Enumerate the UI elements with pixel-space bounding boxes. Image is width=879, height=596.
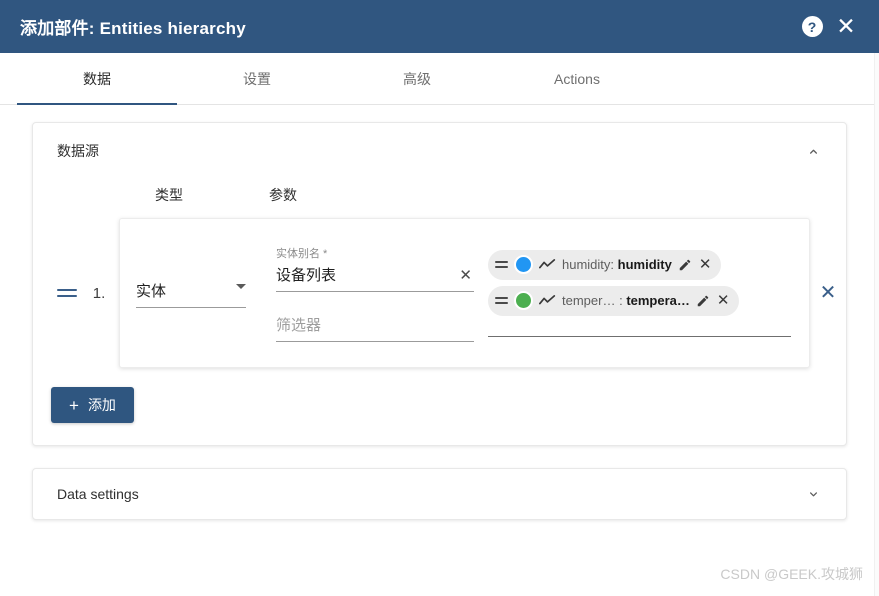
chip-drag-handle-icon[interactable] [495, 260, 508, 270]
dialog-title: 添加部件: Entities hierarchy [20, 19, 246, 38]
close-icon: ✕ [836, 13, 856, 39]
tab-data[interactable]: 数据 [17, 53, 177, 105]
tab-settings-label: 设置 [243, 70, 271, 87]
pencil-icon[interactable] [696, 294, 710, 308]
tab-bar: 数据 设置 高级 Actions [0, 53, 879, 105]
chip-remove-icon[interactable]: ✕ [716, 293, 731, 308]
datakeys-chip-list: humidity: humidity ✕ temper…: tempera… … [488, 249, 791, 337]
datasource-row: 1. 实体 实体别名 * 设备列表 ✕ 筛选器 humidity: humidi… [33, 217, 846, 369]
dialog-title-bar: 添加部件: Entities hierarchy ? ✕ [0, 0, 879, 53]
tab-settings[interactable]: 设置 [177, 53, 337, 104]
data-settings-label: Data settings [57, 486, 139, 502]
add-datasource-wrap: + 添加 [33, 369, 846, 445]
params-gap [276, 292, 474, 314]
tab-actions-label: Actions [554, 70, 600, 87]
datasource-column-headers: 类型 参数 [33, 179, 846, 217]
datasource-delete-button[interactable]: ✕ [810, 283, 846, 303]
filter-field[interactable]: 筛选器 [276, 314, 474, 342]
datasource-type-select[interactable]: 实体 [136, 278, 246, 308]
entity-alias-label: 实体别名 * [276, 247, 328, 260]
chip-key-name: temper… : [562, 293, 623, 308]
datakey-chip[interactable]: temper… : tempera… ✕ [488, 285, 740, 316]
line-chart-icon [539, 258, 556, 271]
line-chart-icon [539, 294, 556, 307]
entity-alias-field[interactable]: 实体别名 * 设备列表 ✕ [276, 245, 474, 292]
datasource-type-value: 实体 [136, 283, 167, 300]
datasource-params: 实体别名 * 设备列表 ✕ 筛选器 [276, 245, 474, 342]
chip-color-dot [514, 291, 533, 310]
chevron-down-icon [236, 284, 246, 289]
tab-advanced-label: 高级 [403, 70, 431, 87]
datasource-panel-title: 数据源 [57, 143, 99, 159]
column-header-params: 参数 [269, 187, 297, 203]
scrollbar-track[interactable] [874, 53, 879, 596]
chip-key-label: tempera… [626, 293, 690, 308]
dialog-content: 数据源 类型 参数 1. 实体 实体别名 * 设备列表 ✕ 筛选器 humidi… [0, 105, 879, 520]
chip-label: humidity: humidity [562, 257, 672, 272]
entity-alias-value: 设备列表 [276, 266, 337, 284]
watermark: CSDN @GEEK.攻城狮 [720, 566, 863, 582]
plus-icon: + [69, 395, 79, 415]
entity-alias-clear-icon[interactable]: ✕ [457, 268, 474, 289]
chevron-down-icon[interactable] [802, 483, 824, 505]
chip-remove-icon[interactable]: ✕ [698, 257, 713, 272]
close-button[interactable]: ✕ [829, 10, 863, 44]
tab-actions[interactable]: Actions [497, 53, 657, 104]
drag-handle-icon[interactable] [57, 286, 77, 300]
column-header-type: 类型 [155, 187, 183, 203]
pencil-icon[interactable] [678, 258, 692, 272]
help-icon: ? [801, 16, 823, 37]
add-datasource-label: 添加 [87, 397, 116, 413]
chevron-up-icon[interactable] [802, 140, 824, 162]
datakeys-field[interactable]: humidity: humidity ✕ temper…: tempera… … [488, 219, 809, 367]
chip-color-dot [514, 255, 533, 274]
help-button[interactable]: ? [795, 10, 829, 44]
data-settings-panel[interactable]: Data settings [32, 468, 847, 520]
datakey-chip[interactable]: humidity: humidity ✕ [488, 249, 722, 280]
chip-key-label: humidity [617, 257, 672, 272]
chip-label: temper… : tempera… [562, 293, 690, 308]
datasource-panel-header[interactable]: 数据源 [33, 123, 846, 179]
datasource-row-card: 实体 实体别名 * 设备列表 ✕ 筛选器 humidity: humidity … [119, 218, 810, 368]
datasource-panel: 数据源 类型 参数 1. 实体 实体别名 * 设备列表 ✕ 筛选器 humidi… [32, 122, 847, 446]
datasource-row-index: 1. [92, 284, 106, 302]
chip-key-name: humidity: [562, 257, 615, 272]
chip-drag-handle-icon[interactable] [495, 296, 508, 306]
tab-data-label: 数据 [83, 70, 111, 87]
tab-advanced[interactable]: 高级 [337, 53, 497, 104]
filter-placeholder: 筛选器 [276, 314, 474, 342]
add-datasource-button[interactable]: + 添加 [51, 387, 134, 423]
